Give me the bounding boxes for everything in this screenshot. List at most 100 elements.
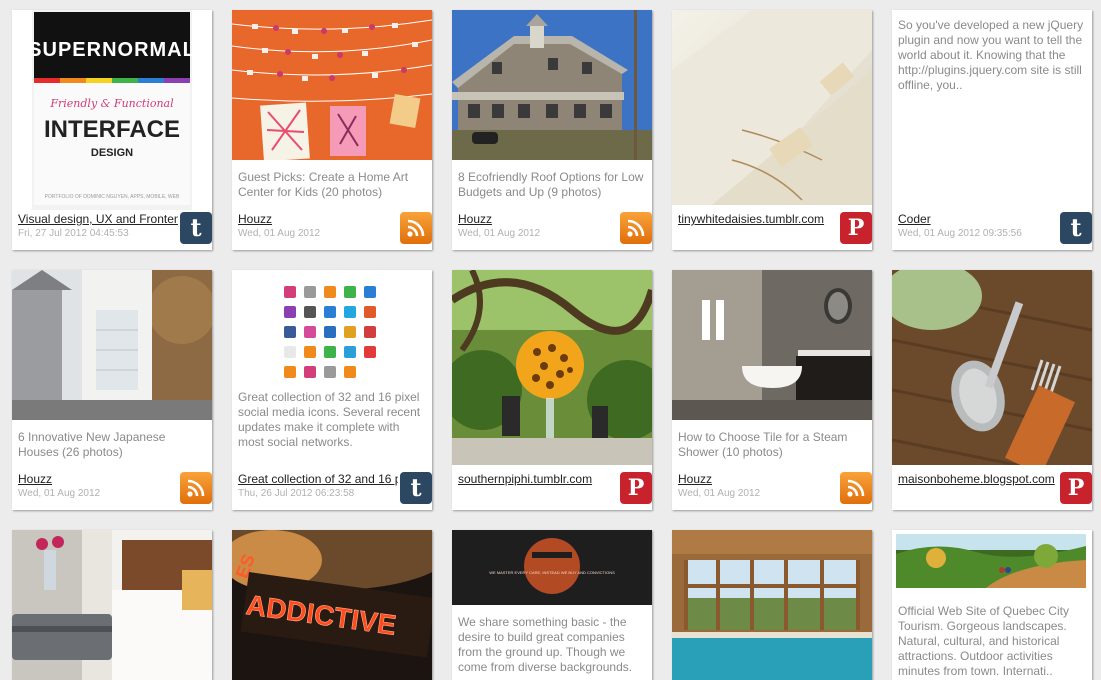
card-date: Fri, 27 Jul 2012 04:45:53: [18, 228, 129, 239]
social-tile: [284, 326, 296, 338]
card[interactable]: Great collection of 32 and 16 pixel soci…: [232, 270, 432, 510]
card[interactable]: So you've developed a new jQuery plugin …: [892, 10, 1092, 250]
rss-icon[interactable]: [400, 212, 432, 244]
tumblr-icon[interactable]: t: [400, 472, 432, 504]
card-date: Wed, 01 Aug 2012: [678, 488, 761, 499]
card-description: Guest Picks: Create a Home Art Center fo…: [238, 170, 409, 199]
can-subtitle: DESIGN: [91, 147, 133, 159]
card-thumbnail[interactable]: [672, 10, 872, 205]
pinterest-icon[interactable]: P: [620, 472, 652, 504]
social-tile: [304, 326, 316, 338]
card-footer: Houzz Wed, 01 Aug 2012: [232, 206, 432, 250]
card-footer: tinywhitedaisies.tumblr.com P: [672, 206, 872, 250]
card-thumbnail[interactable]: [232, 270, 432, 380]
social-tile: [304, 286, 316, 298]
card[interactable]: ES ADDICTIVE: [232, 530, 432, 680]
pin-grid: SUPERNORMAL Friendly & Functional INTERF…: [0, 0, 1101, 680]
can-footnote: PORTFOLIO OF DOMINIC NGUYEN, APPS, MOBIL…: [45, 194, 180, 200]
social-tile: [324, 326, 336, 338]
can-tagline: Friendly & Functional: [49, 97, 174, 110]
card-footer: Visual design, UX and Frontend Fri, 27 J…: [12, 206, 212, 250]
card-thumbnail[interactable]: [12, 530, 212, 680]
pinterest-icon[interactable]: P: [1060, 472, 1092, 504]
card-description: 8 Ecofriendly Roof Options for Low Budge…: [458, 170, 644, 199]
card-source-link[interactable]: Houzz: [678, 472, 838, 486]
card-description: Official Web Site of Quebec City Tourism…: [898, 604, 1069, 678]
social-tile: [304, 306, 316, 318]
card-description: How to Choose Tile for a Steam Shower (1…: [678, 430, 848, 459]
card-date: Wed, 01 Aug 2012: [238, 228, 321, 239]
social-tile: [284, 306, 296, 318]
card-footer: Great collection of 32 and 16 pixel Thu,…: [232, 466, 432, 510]
card-footer: Houzz Wed, 01 Aug 2012: [672, 466, 872, 510]
card-source-link[interactable]: maisonboheme.blogspot.com: [898, 472, 1058, 486]
card[interactable]: [12, 530, 212, 680]
can-brand: SUPERNORMAL: [28, 39, 196, 61]
social-tile: [324, 346, 336, 358]
tumblr-icon[interactable]: t: [180, 212, 212, 244]
card-thumbnail[interactable]: WE MASTER EVERY CARE, INSTEAD WE BUY AND…: [452, 530, 652, 605]
card[interactable]: [672, 530, 872, 680]
card[interactable]: Official Web Site of Quebec City Tourism…: [892, 530, 1092, 680]
card-thumbnail[interactable]: [12, 270, 212, 420]
card-thumbnail[interactable]: [232, 10, 432, 160]
card-thumbnail[interactable]: [892, 270, 1092, 465]
card-description: So you've developed a new jQuery plugin …: [898, 18, 1084, 92]
card-source-link[interactable]: Houzz: [238, 212, 398, 226]
social-tile: [284, 366, 296, 378]
card-source-link[interactable]: Houzz: [458, 212, 618, 226]
social-tile: [324, 366, 336, 378]
rss-icon[interactable]: [840, 472, 872, 504]
card[interactable]: 6 Innovative New Japanese Houses (26 pho…: [12, 270, 212, 510]
logo-caption: WE MASTER EVERY CARE, INSTEAD WE BUY AND…: [489, 570, 615, 575]
social-tile: [344, 326, 356, 338]
social-tile: [364, 306, 376, 318]
card[interactable]: Guest Picks: Create a Home Art Center fo…: [232, 10, 432, 250]
card[interactable]: southernpiphi.tumblr.com P: [452, 270, 652, 510]
card-source-link[interactable]: Coder: [898, 212, 1058, 226]
rss-icon[interactable]: [180, 472, 212, 504]
card-thumbnail[interactable]: SUPERNORMAL Friendly & Functional INTERF…: [12, 10, 212, 210]
social-tile: [304, 366, 316, 378]
social-tile: [364, 286, 376, 298]
can-title: INTERFACE: [44, 116, 180, 143]
social-tile: [364, 326, 376, 338]
card-source-link[interactable]: southernpiphi.tumblr.com: [458, 472, 618, 486]
social-tile: [324, 286, 336, 298]
card-thumbnail[interactable]: ES ADDICTIVE: [232, 530, 432, 680]
card-thumbnail[interactable]: [452, 270, 652, 465]
card[interactable]: SUPERNORMAL Friendly & Functional INTERF…: [12, 10, 212, 250]
card-thumbnail[interactable]: [892, 530, 1092, 594]
social-tile: [324, 306, 336, 318]
social-tile: [344, 366, 356, 378]
social-tile: [344, 346, 356, 358]
card-source-link[interactable]: Houzz: [18, 472, 178, 486]
rss-icon[interactable]: [620, 212, 652, 244]
card[interactable]: tinywhitedaisies.tumblr.com P: [672, 10, 872, 250]
pinterest-icon[interactable]: P: [840, 212, 872, 244]
social-tile: [284, 346, 296, 358]
card-thumbnail[interactable]: [672, 270, 872, 420]
card-source-link[interactable]: Visual design, UX and Frontend: [18, 212, 178, 226]
card-source-link[interactable]: Great collection of 32 and 16 pixel: [238, 472, 398, 486]
card-source-link[interactable]: tinywhitedaisies.tumblr.com: [678, 212, 838, 226]
card-footer: Coder Wed, 01 Aug 2012 09:35:56 t: [892, 206, 1092, 250]
card-date: Wed, 01 Aug 2012 09:35:56: [898, 228, 1022, 239]
social-tile: [364, 346, 376, 358]
card-description: 6 Innovative New Japanese Houses (26 pho…: [18, 430, 166, 459]
card-thumbnail[interactable]: [672, 530, 872, 680]
tumblr-icon[interactable]: t: [1060, 212, 1092, 244]
card-description: Great collection of 32 and 16 pixel soci…: [238, 390, 421, 449]
card-footer: Houzz Wed, 01 Aug 2012: [12, 466, 212, 510]
card[interactable]: 8 Ecofriendly Roof Options for Low Budge…: [452, 10, 652, 250]
social-tile: [284, 286, 296, 298]
card[interactable]: WE MASTER EVERY CARE, INSTEAD WE BUY AND…: [452, 530, 652, 680]
card-footer: southernpiphi.tumblr.com P: [452, 466, 652, 510]
card-footer: maisonboheme.blogspot.com P: [892, 466, 1092, 510]
card[interactable]: How to Choose Tile for a Steam Shower (1…: [672, 270, 872, 510]
social-tile: [344, 286, 356, 298]
card[interactable]: maisonboheme.blogspot.com P: [892, 270, 1092, 510]
card-date: Wed, 01 Aug 2012: [458, 228, 541, 239]
card-footer: Houzz Wed, 01 Aug 2012: [452, 206, 652, 250]
card-thumbnail[interactable]: [452, 10, 652, 160]
